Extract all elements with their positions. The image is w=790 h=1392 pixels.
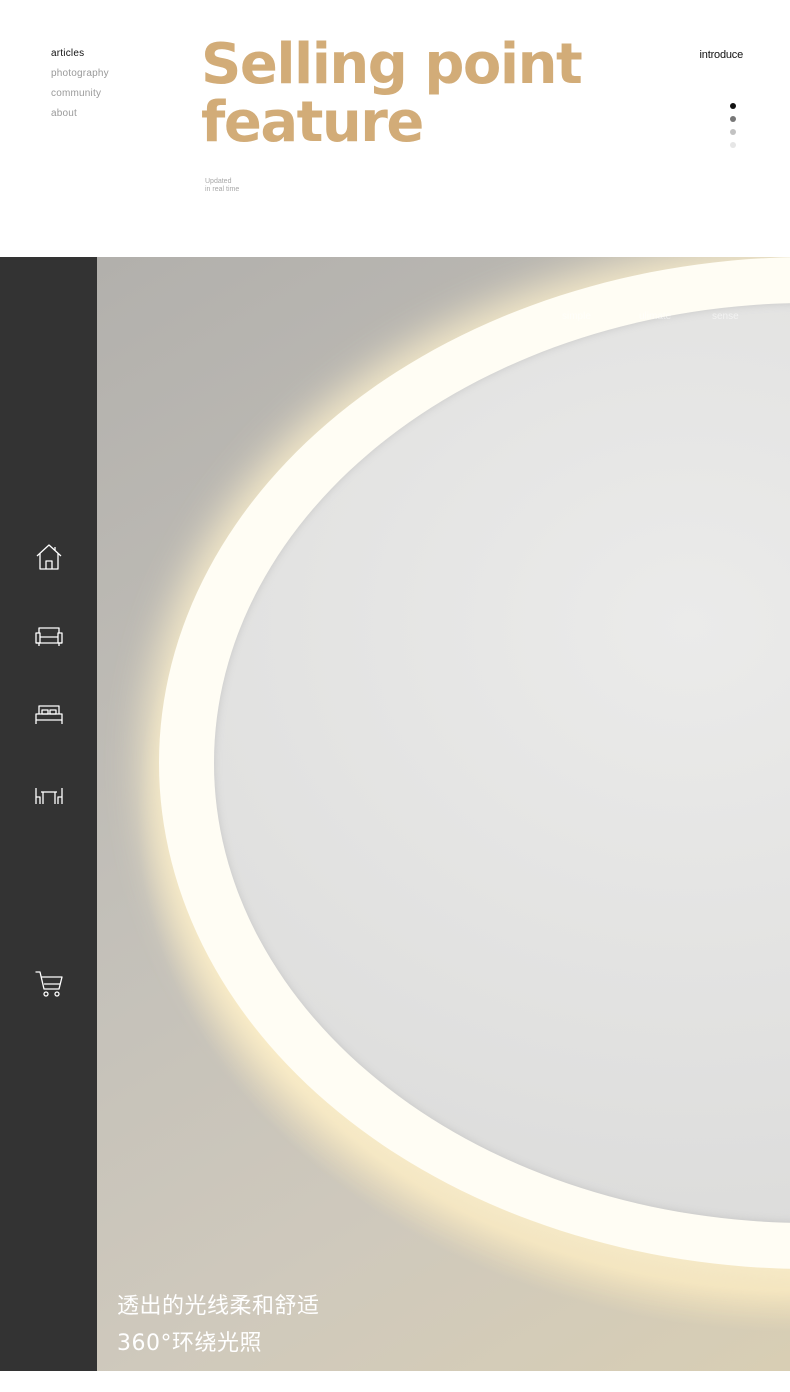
page-title: Selling point feature	[201, 36, 583, 155]
main-nav: articles photography community about	[51, 44, 109, 124]
updated-note-line1: Updated	[205, 178, 232, 185]
pager-dot-1[interactable]	[730, 103, 736, 109]
watermark-text: sense	[712, 311, 739, 322]
pager-dot-3[interactable]	[730, 129, 736, 135]
sofa-icon[interactable]	[34, 621, 64, 651]
hero-caption: 透出的光线柔和舒适 360°环绕光照	[117, 1288, 320, 1362]
pager-dot-2[interactable]	[730, 116, 736, 122]
nav-item-articles[interactable]: articles	[51, 44, 109, 64]
cart-icon[interactable]	[34, 969, 64, 999]
page-title-line2: feature	[201, 90, 424, 155]
hero-caption-line2: 360°环绕光照	[117, 1331, 262, 1356]
updated-note: Updated in real time	[205, 178, 265, 194]
pager-dot-4[interactable]	[730, 142, 736, 148]
introduce-link[interactable]: introduce	[700, 49, 744, 61]
dining-table-icon[interactable]	[34, 780, 64, 810]
page-title-line1: Selling point	[201, 32, 583, 97]
nav-item-community[interactable]: community	[51, 84, 109, 104]
pager-dots	[730, 103, 736, 155]
hero-caption-line1: 透出的光线柔和舒适	[117, 1294, 320, 1319]
nav-item-about[interactable]: about	[51, 104, 109, 124]
nav-item-photography[interactable]: photography	[51, 64, 109, 84]
home-icon[interactable]	[34, 542, 64, 572]
category-sidebar	[0, 257, 97, 1371]
watermark-text: simple	[562, 311, 591, 322]
product-hero-image: simple ulimate sense 透出的光线柔和舒适 360°环绕光照	[97, 257, 790, 1371]
watermark-text: ulimate	[639, 311, 672, 322]
updated-note-line2: in real time	[205, 186, 240, 193]
page-header: articles photography community about Sel…	[0, 0, 790, 257]
bed-icon[interactable]	[34, 700, 64, 730]
